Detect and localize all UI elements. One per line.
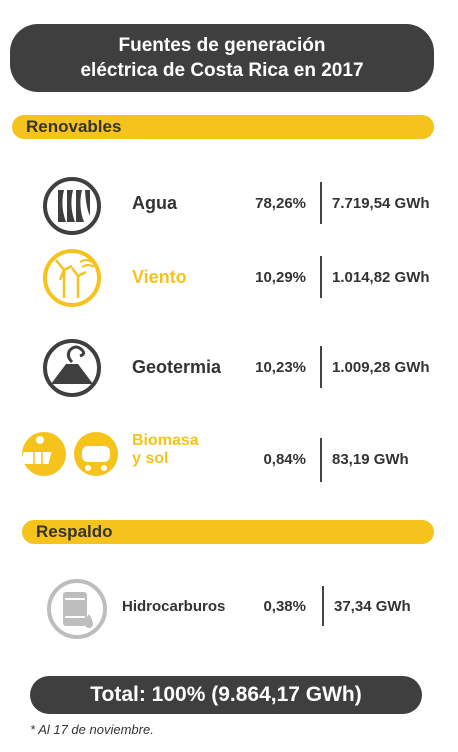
row-divider	[320, 346, 322, 388]
row-gwh: 7.719,54 GWh	[332, 195, 430, 212]
row-percent: 78,26%	[255, 195, 306, 212]
table-row-biomasa-sol: Biomasa y sol 0,84% 83,19 GWh	[0, 424, 458, 488]
title-line-1: Fuentes de generación	[118, 35, 326, 56]
row-label: Hidrocarburos	[122, 598, 226, 615]
section-respaldo: Respaldo	[22, 520, 434, 544]
volcano-icon	[43, 339, 101, 397]
row-percent: 0,84%	[263, 451, 306, 468]
row-label-line-1: Biomasa	[132, 432, 199, 449]
row-divider	[320, 182, 322, 224]
row-divider	[320, 438, 322, 482]
table-row-viento: Viento 10,29% 1.014,82 GWh	[0, 246, 458, 308]
table-row-geotermia: Geotermia 10,23% 1.009,28 GWh	[0, 336, 458, 398]
section-renovables: Renovables	[12, 115, 434, 139]
row-label-line-2: y sol	[132, 450, 169, 467]
row-gwh: 83,19 GWh	[332, 451, 409, 468]
row-gwh: 37,34 GWh	[334, 598, 411, 615]
row-gwh: 1.009,28 GWh	[332, 359, 430, 376]
row-label: Agua	[132, 193, 177, 213]
row-gwh: 1.014,82 GWh	[332, 269, 430, 286]
page-title: Fuentes de generación eléctrica de Costa…	[10, 24, 434, 92]
row-percent: 10,29%	[255, 269, 306, 286]
footnote: * Al 17 de noviembre.	[30, 722, 154, 737]
row-percent: 0,38%	[263, 598, 306, 615]
wind-turbine-icon	[43, 249, 101, 307]
total-badge: Total: 100% (9.864,17 GWh)	[30, 676, 422, 714]
row-percent: 10,23%	[255, 359, 306, 376]
dam-icon	[43, 177, 101, 235]
table-row-hidrocarburos: Hidrocarburos 0,38% 37,34 GWh	[0, 578, 458, 639]
solar-biomass-icon	[22, 432, 118, 476]
row-label: Viento	[132, 267, 187, 287]
table-row-agua: Agua 78,26% 7.719,54 GWh	[0, 172, 458, 235]
row-divider	[320, 256, 322, 298]
row-label: Geotermia	[132, 357, 222, 377]
row-divider	[322, 586, 324, 626]
fuel-icon	[47, 579, 107, 639]
title-line-2: eléctrica de Costa Rica en 2017	[80, 60, 364, 81]
